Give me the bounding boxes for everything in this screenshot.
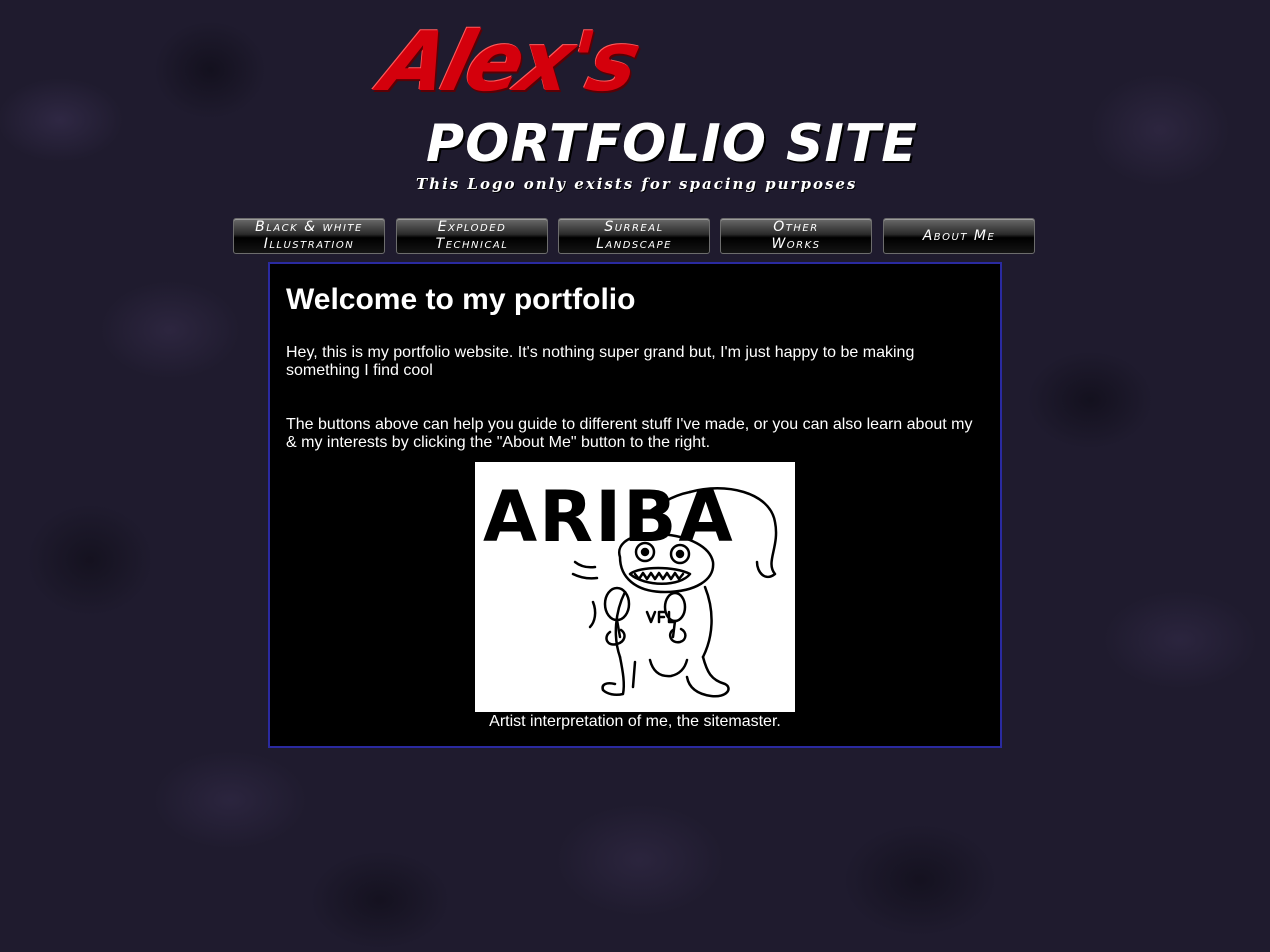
content-panel: Welcome to my portfolio Hey, this is my … <box>268 262 1002 748</box>
intro-paragraph: Hey, this is my portfolio website. It's … <box>286 344 915 379</box>
page-heading: Welcome to my portfolio <box>286 283 636 316</box>
logo-title-alex: Alex's <box>372 15 646 110</box>
logo-tagline: This Logo only exists for spacing purpos… <box>416 175 858 193</box>
site-logo: Alex's PORTFOLIO SITE This Logo only exi… <box>372 15 917 202</box>
self-portrait-image: ARIBA <box>475 462 795 712</box>
image-caption: Artist interpretation of me, the sitemas… <box>489 713 781 730</box>
guide-paragraph: The buttons above can help you guide to … <box>286 416 973 451</box>
nav-button-surreal-landscape[interactable]: Surreal Landscape <box>558 218 710 254</box>
main-nav: Black & white Illustration Exploded Tech… <box>233 218 1039 256</box>
cartoon-drawing <box>571 487 778 698</box>
logo-title-portfolio: PORTFOLIO SITE <box>426 114 918 174</box>
nav-button-exploded-technical[interactable]: Exploded Technical <box>396 218 548 254</box>
nav-button-other-works[interactable]: Other Works <box>720 218 872 254</box>
nav-button-about-me[interactable]: About Me <box>883 218 1035 254</box>
nav-button-black-white-illustration[interactable]: Black & white Illustration <box>233 218 385 254</box>
